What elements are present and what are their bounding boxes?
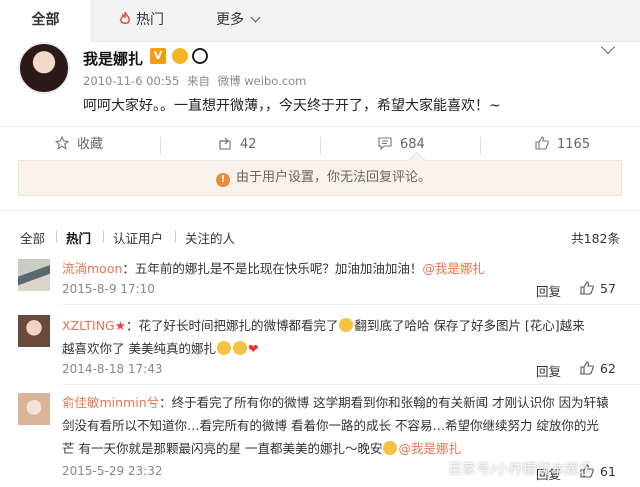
mention-link[interactable]: @我是娜扎 bbox=[398, 441, 461, 456]
comment-body: 翻到底了哈哈 保存了好多图片 [花心]越来 bbox=[354, 318, 585, 333]
comment-time: 2014-8-18 17:43 bbox=[62, 362, 163, 376]
thumbs-up-icon bbox=[580, 361, 594, 375]
favorite-label: 收藏 bbox=[77, 137, 104, 152]
warning-icon: ! bbox=[216, 173, 230, 187]
panda-icon bbox=[192, 48, 208, 64]
fire-icon bbox=[120, 12, 130, 24]
comment-like-button[interactable]: 62 bbox=[580, 361, 616, 376]
divider bbox=[56, 231, 57, 243]
post-time[interactable]: 2010-11-6 00:55 bbox=[83, 74, 179, 88]
post-avatar[interactable] bbox=[18, 42, 70, 94]
notice-text: 由于用户设置，你无法回复评论。 bbox=[236, 170, 432, 185]
comment-like-count: 57 bbox=[600, 281, 616, 296]
comment-body: ：终于看完了所有你的微博 这学期看到你和张翰的有关新闻 才刚认识你 因为轩辕 bbox=[159, 395, 609, 410]
comment-divider bbox=[62, 384, 640, 385]
comment-total: 共182条 bbox=[571, 231, 620, 246]
comment-body: 剑没有看所以不知道你…看完所有的微博 看着你一路的成长 不容易…希望你继续努力 … bbox=[62, 418, 599, 433]
heart-icon: ❤ bbox=[247, 341, 259, 356]
comment-time: 2015-5-29 23:32 bbox=[62, 464, 163, 478]
chevron-down-icon[interactable] bbox=[600, 39, 616, 55]
comment-body: ：花了好长时间把娜扎的微博都看完了 bbox=[125, 318, 339, 333]
comment-text-line: 流淌moon：五年前的娜扎是不是比现在快乐呢？加油加油加油！@我是娜扎 bbox=[62, 258, 485, 277]
watermark: 百家号/小柠檬说本娱乐 bbox=[448, 462, 593, 478]
comment-like-button[interactable]: 57 bbox=[580, 281, 616, 296]
avatar[interactable] bbox=[18, 259, 50, 291]
filter-verified[interactable]: 认证用户 bbox=[113, 228, 163, 247]
star-icon bbox=[55, 136, 69, 150]
divider bbox=[160, 137, 161, 155]
comment-body: 芒 有一天你就是那颗最闪亮的星 一直都美美的娜扎～晚安 bbox=[62, 441, 383, 456]
emoji-icon bbox=[339, 318, 354, 332]
reply-disabled-notice: ! 由于用户设置，你无法回复评论。 bbox=[18, 151, 622, 197]
chevron-down-icon bbox=[250, 12, 261, 23]
notice-content: ! 由于用户设置，你无法回复评论。 bbox=[216, 161, 431, 197]
post-source[interactable]: 微博 weibo.com bbox=[218, 74, 307, 88]
top-nav: 全部 热门 更多 bbox=[0, 0, 640, 42]
comment-text-line: 芒 有一天你就是那颗最闪亮的星 一直都美美的娜扎～晚安 @我是娜扎 bbox=[62, 438, 461, 457]
comment-count: 684 bbox=[400, 137, 425, 152]
section-divider bbox=[0, 210, 640, 211]
filter-hot[interactable]: 热门 bbox=[66, 228, 91, 247]
comment-text-line: 剑没有看所以不知道你…看完所有的微博 看着你一路的成长 不容易…希望你继续努力 … bbox=[62, 415, 599, 434]
post-meta: 2010-11-6 00:55 来自 微博 weibo.com bbox=[83, 73, 310, 89]
tab-more[interactable]: 更多 bbox=[216, 0, 261, 42]
comment-icon bbox=[378, 137, 392, 150]
divider bbox=[320, 137, 321, 155]
comment-text-line: 越喜欢你了 美美纯真的娜扎 ❤ bbox=[62, 338, 258, 357]
thumbs-up-icon bbox=[580, 281, 594, 295]
comment-body: 越喜欢你了 美美纯真的娜扎 bbox=[62, 341, 216, 356]
comment-like-count: 62 bbox=[600, 361, 616, 376]
thumbs-up-icon bbox=[535, 136, 549, 150]
tab-more-label: 更多 bbox=[216, 12, 244, 28]
comment-author[interactable]: 流淌moon bbox=[62, 261, 122, 276]
divider bbox=[103, 231, 104, 243]
comment-author[interactable]: 俞佳敏minmin兮 bbox=[62, 395, 159, 410]
tab-hot[interactable]: 热门 bbox=[120, 0, 164, 42]
forward-count: 42 bbox=[240, 137, 257, 152]
star-badge-icon: ★ bbox=[114, 318, 126, 333]
comment-text-line: 俞佳敏minmin兮：终于看完了所有你的微博 这学期看到你和张翰的有关新闻 才刚… bbox=[62, 392, 609, 411]
filter-all[interactable]: 全部 bbox=[20, 228, 45, 247]
comment-text-line: XZLTING★：花了好长时间把娜扎的微博都看完了 翻到底了哈哈 保存了好多图片 … bbox=[62, 315, 585, 334]
avatar[interactable] bbox=[18, 393, 50, 425]
like-count: 1165 bbox=[557, 137, 591, 152]
forward-icon bbox=[219, 137, 231, 150]
comment-divider bbox=[62, 304, 640, 305]
comment-time: 2015-8-9 17:10 bbox=[62, 282, 155, 296]
verified-badge-icon: V bbox=[150, 48, 166, 64]
emoji-icon bbox=[172, 48, 188, 64]
mention-link[interactable]: @我是娜扎 bbox=[422, 261, 485, 276]
comment-author[interactable]: XZLTING bbox=[62, 318, 115, 333]
filter-following[interactable]: 关注的人 bbox=[185, 228, 235, 247]
reply-button[interactable]: 回复 bbox=[536, 361, 561, 380]
avatar[interactable] bbox=[18, 315, 50, 347]
post-source-prefix: 来自 bbox=[186, 74, 210, 88]
divider bbox=[480, 137, 481, 155]
tab-all-label: 全部 bbox=[31, 12, 60, 28]
reply-button[interactable]: 回复 bbox=[536, 281, 561, 300]
divider bbox=[175, 231, 176, 243]
tab-hot-label: 热门 bbox=[136, 12, 164, 28]
post-text: 呵呵大家好。。一直想开微薄，，今天终于开了，希望大家能喜欢！~ bbox=[83, 98, 501, 114]
comment-body: ：五年前的娜扎是不是比现在快乐呢？加油加油加油！ bbox=[122, 261, 423, 276]
tab-all[interactable]: 全部 bbox=[0, 0, 92, 42]
action-bar: 收藏 42 684 1165 bbox=[0, 126, 640, 164]
comment-like-count: 61 bbox=[600, 464, 616, 479]
emoji-icon bbox=[216, 341, 231, 355]
emoji-icon bbox=[232, 341, 247, 355]
post-username[interactable]: 我是娜扎 bbox=[83, 48, 143, 69]
emoji-icon bbox=[383, 441, 398, 455]
